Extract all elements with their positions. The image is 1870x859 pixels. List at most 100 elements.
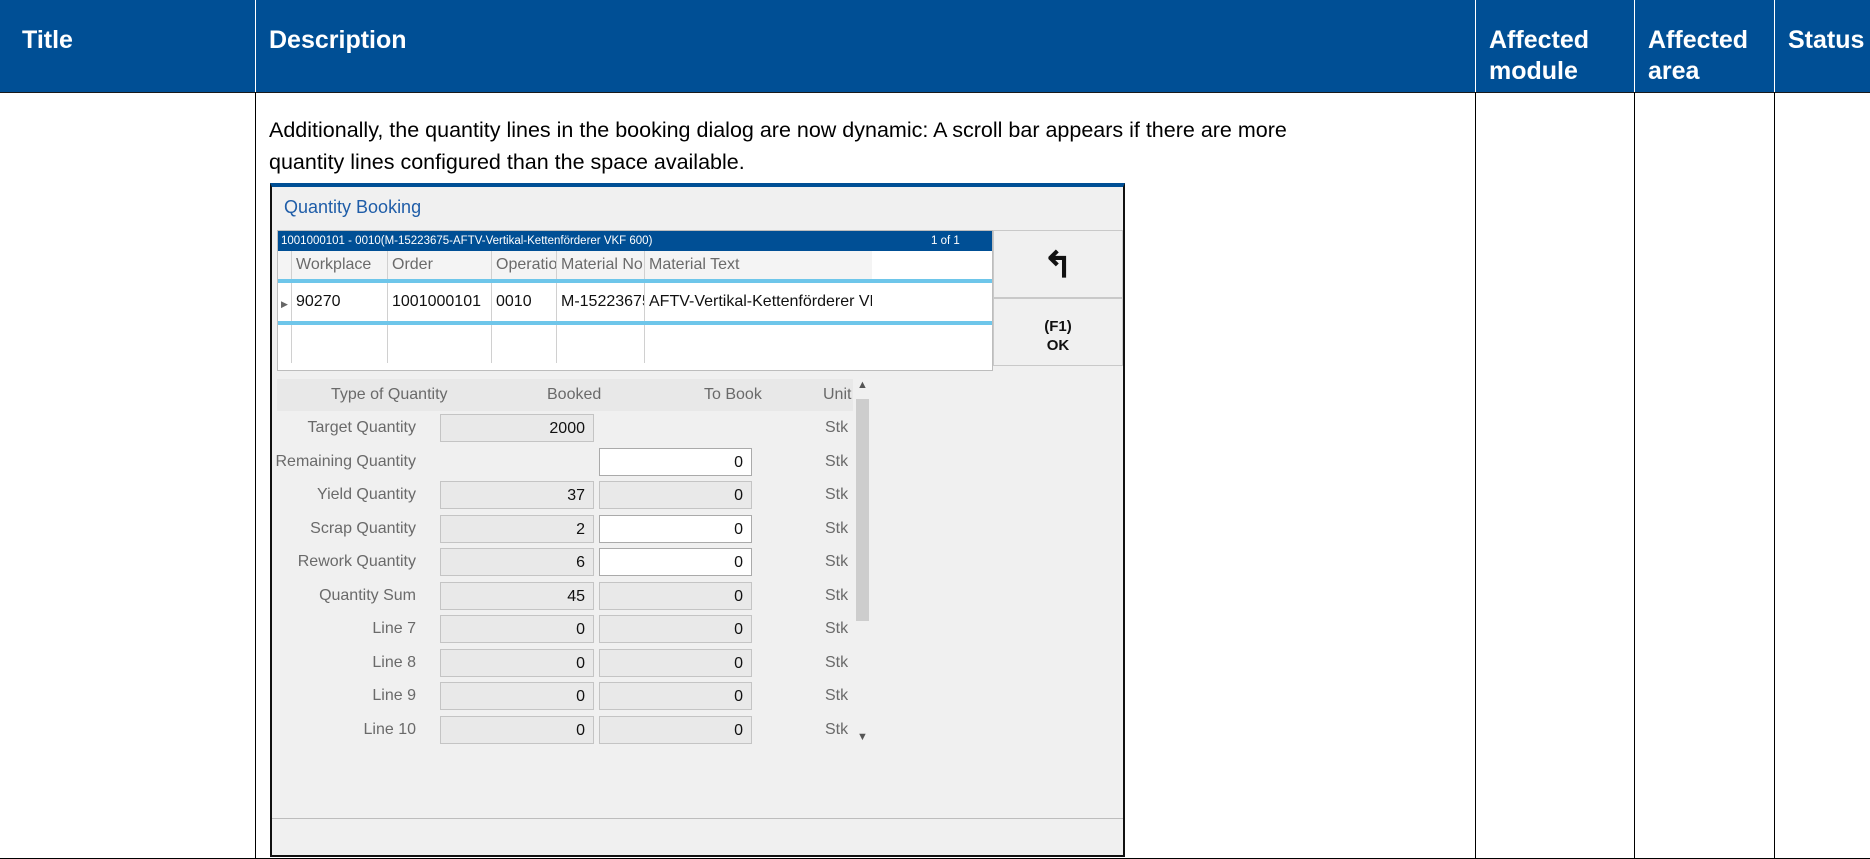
header-affected-module: Affected module bbox=[1489, 0, 1589, 92]
quantity-row: Line 8 0 0 Stk bbox=[277, 646, 853, 680]
ok-shortcut: (F1) bbox=[1044, 318, 1072, 335]
ok-label: OK bbox=[1046, 337, 1070, 354]
description-text: Additionally, the quantity lines in the … bbox=[269, 114, 1469, 178]
to-book-value: 0 bbox=[599, 615, 752, 643]
booked-value: 37 bbox=[440, 481, 594, 509]
booked-value: 45 bbox=[440, 581, 594, 610]
grid-page-indicator: 1 of 1 bbox=[931, 235, 960, 247]
empty-cell bbox=[292, 325, 388, 363]
to-book-value: 0 bbox=[599, 581, 752, 610]
cell-operation[interactable]: 0010 bbox=[492, 283, 557, 321]
header-status: Status bbox=[1788, 26, 1865, 54]
booked-value: 0 bbox=[440, 648, 594, 677]
quantity-header: Type of Quantity Booked To Book Unit bbox=[277, 379, 853, 411]
header-description: Description bbox=[269, 26, 407, 54]
to-book-input[interactable]: 0 bbox=[599, 447, 752, 476]
booked-value: 0 bbox=[440, 682, 594, 710]
cell-workplace[interactable]: 90270 bbox=[292, 283, 388, 321]
quantity-row: Yield Quantity 37 0 Stk bbox=[277, 478, 853, 512]
to-book-value: 0 bbox=[599, 715, 752, 744]
unit-label: Stk bbox=[825, 486, 849, 503]
grid-caption: 1001000101 - 0010(M-15223675-AFTV-Vertik… bbox=[278, 231, 992, 251]
to-book-input[interactable]: 0 bbox=[599, 514, 752, 543]
scrollbar-thumb[interactable] bbox=[856, 399, 869, 621]
header-to-book: To Book bbox=[704, 386, 762, 403]
column-divider bbox=[255, 92, 256, 859]
scroll-down-icon[interactable]: ▼ bbox=[857, 731, 868, 743]
empty-cell bbox=[278, 325, 292, 363]
undo-arrow-icon: ↰ bbox=[1042, 244, 1074, 285]
quantity-scrollbar[interactable]: ▲ ▼ bbox=[854, 379, 871, 747]
empty-cell bbox=[557, 325, 645, 363]
unit-label: Stk bbox=[825, 452, 849, 470]
empty-cell bbox=[492, 325, 557, 363]
quantity-row: Remaining Quantity 0 Stk bbox=[275, 445, 853, 479]
column-header-order[interactable]: Order bbox=[388, 251, 492, 279]
document-table: Title Description Affected module Affect… bbox=[0, 0, 1870, 859]
quantity-row: Line 10 0 0 Stk bbox=[277, 713, 853, 747]
grid-caption-text: 1001000101 - 0010(M-15223675-AFTV-Vertik… bbox=[281, 235, 653, 247]
column-header-material-text[interactable]: Material Text bbox=[645, 251, 872, 279]
description-line: Additionally, the quantity lines in the … bbox=[269, 118, 1287, 142]
header-affected-module-line2: module bbox=[1489, 57, 1578, 85]
to-book-value: 0 bbox=[599, 481, 752, 509]
to-book-value: 0 bbox=[599, 648, 752, 677]
quantity-label: Yield Quantity bbox=[316, 486, 416, 503]
cell-material-text[interactable]: AFTV-Vertikal-Kettenförderer VKF 6 bbox=[645, 283, 872, 321]
quantity-row: Rework Quantity 6 0 Stk bbox=[277, 545, 853, 579]
scroll-up-icon[interactable]: ▲ bbox=[857, 379, 868, 391]
header-type-of-quantity: Type of Quantity bbox=[331, 386, 448, 403]
header-affected-area: Affected area bbox=[1648, 0, 1748, 92]
quantity-label: Rework Quantity bbox=[297, 553, 416, 570]
quantity-label: Line 8 bbox=[372, 653, 416, 671]
header-divider bbox=[1475, 0, 1476, 92]
unit-label: Stk bbox=[825, 720, 849, 738]
quantity-row: Line 7 0 0 Stk bbox=[277, 612, 853, 646]
quantity-panel: Type of Quantity Booked To Book Unit Tar… bbox=[275, 379, 871, 747]
unit-label: Stk bbox=[825, 519, 849, 537]
column-header-material-no[interactable]: Material No. bbox=[557, 251, 645, 279]
header-divider bbox=[1774, 0, 1775, 92]
dialog-footer-divider bbox=[272, 818, 1123, 819]
quantity-row: Target Quantity 2000 Stk bbox=[277, 411, 853, 445]
quantity-label: Line 7 bbox=[372, 620, 416, 637]
table-header-row: Title Description Affected module Affect… bbox=[0, 0, 1870, 92]
row-selector-header bbox=[278, 251, 292, 279]
quantity-label: Remaining Quantity bbox=[275, 452, 416, 470]
header-title: Title bbox=[22, 26, 73, 54]
unit-label: Stk bbox=[825, 620, 849, 637]
booked-value: 6 bbox=[440, 548, 594, 576]
quantity-label: Line 10 bbox=[363, 720, 417, 738]
booked-value: 2 bbox=[440, 514, 594, 543]
ok-button[interactable]: (F1) OK bbox=[993, 298, 1123, 366]
column-header-operation[interactable]: Operatio bbox=[492, 251, 557, 279]
quantity-row: Line 9 0 0 Stk bbox=[277, 679, 853, 713]
order-grid: 1001000101 - 0010(M-15223675-AFTV-Vertik… bbox=[277, 230, 993, 371]
header-divider bbox=[255, 0, 256, 92]
header-affected-module-line1: Affected bbox=[1489, 26, 1590, 54]
header-divider bbox=[1634, 0, 1635, 92]
column-divider bbox=[1634, 92, 1635, 859]
unit-label: Stk bbox=[825, 586, 849, 604]
quantity-label: Line 9 bbox=[372, 687, 416, 704]
column-divider bbox=[1475, 92, 1476, 859]
booked-value: 0 bbox=[440, 715, 594, 744]
quantity-label: Scrap Quantity bbox=[310, 519, 416, 537]
cell-material-no[interactable]: M-15223675 bbox=[557, 283, 645, 321]
quantity-booking-dialog: Quantity Booking 1001000101 - 0010(M-152… bbox=[270, 183, 1125, 857]
row-top-border bbox=[0, 92, 1870, 93]
header-booked: Booked bbox=[547, 386, 602, 403]
column-header-workplace[interactable]: Workplace bbox=[292, 251, 388, 279]
row-selector[interactable] bbox=[278, 283, 292, 321]
cell-order[interactable]: 1001000101 bbox=[388, 283, 492, 321]
dialog-title: Quantity Booking bbox=[284, 197, 422, 217]
column-divider bbox=[1774, 92, 1775, 859]
booked-value: 2000 bbox=[440, 414, 594, 442]
unit-label: Stk bbox=[825, 687, 849, 704]
back-button[interactable]: ↰ bbox=[993, 230, 1123, 298]
quantity-label: Quantity Sum bbox=[319, 586, 416, 604]
quantity-row: Scrap Quantity 2 0 Stk bbox=[277, 512, 853, 546]
header-affected-area-line1: Affected bbox=[1648, 26, 1749, 54]
to-book-input[interactable]: 0 bbox=[599, 548, 752, 576]
header-affected-area-line2: area bbox=[1648, 57, 1700, 85]
